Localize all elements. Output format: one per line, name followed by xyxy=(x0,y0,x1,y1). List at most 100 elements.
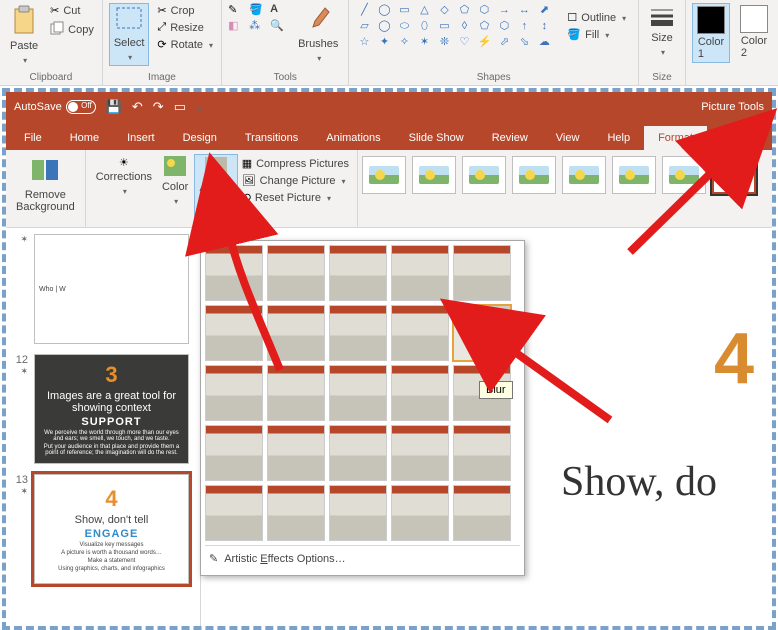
artistic-effects-button[interactable]: Artistic Effects xyxy=(194,154,237,223)
options-icon: ✎ xyxy=(209,552,218,565)
copy-button[interactable]: Copy xyxy=(48,20,96,39)
change-picture-icon: 🖼 xyxy=(242,174,256,187)
canvas-heading: Show, do xyxy=(561,458,717,506)
picture-style-4[interactable] xyxy=(512,156,556,194)
artistic-effect-3[interactable] xyxy=(391,245,449,301)
tab-help[interactable]: Help xyxy=(593,126,644,150)
tab-home[interactable]: Home xyxy=(56,126,113,150)
shapes-gallery[interactable]: ╱◯▭△◇⬠⬡→↔⬈ ▱◯⬭⬯▭◊⬠⬡↑↕ ☆✦✧✶❊♡⚡⬀⬂☁ xyxy=(355,3,553,49)
tab-insert[interactable]: Insert xyxy=(113,126,169,150)
slide-thumb-12[interactable]: 12✶3Images are a great tool for showing … xyxy=(10,354,196,464)
brush-icon xyxy=(305,5,331,36)
chevron-down-icon xyxy=(315,52,321,64)
tab-animations[interactable]: Animations xyxy=(312,126,394,150)
picture-style-2[interactable] xyxy=(412,156,456,194)
outer-ribbon: Paste ✂ Cut Copy Clipboard xyxy=(0,0,778,86)
text-icon[interactable]: A xyxy=(270,3,288,16)
footer-label: Artistic Effects Options… xyxy=(224,553,345,565)
picture-style-5[interactable] xyxy=(562,156,606,194)
slide-thumb-prev[interactable]: ✶Who | W xyxy=(10,234,196,344)
copy-icon xyxy=(50,21,64,38)
color2-button[interactable]: Color 2 xyxy=(736,3,772,61)
artistic-effect-23[interactable] xyxy=(391,485,449,541)
titlebar: AutoSave Off 💾 ↶ ↷ ▭ Picture Tools xyxy=(6,92,772,122)
slide-thumb-13[interactable]: 13✶4Show, don't tellENGAGEVisualize key … xyxy=(10,474,196,584)
compress-pictures-button[interactable]: ▦Compress Pictures xyxy=(240,156,351,171)
undo-icon[interactable]: ↶ xyxy=(132,99,143,115)
tab-file[interactable]: File xyxy=(10,126,56,150)
artistic-effect-21[interactable] xyxy=(267,485,325,541)
change-picture-button[interactable]: 🖼Change Picture xyxy=(240,173,351,188)
qat-more-icon[interactable] xyxy=(196,100,202,115)
artistic-effect-19[interactable] xyxy=(453,425,511,481)
group-label-clipboard: Clipboard xyxy=(6,72,96,85)
artistic-effect-15[interactable] xyxy=(205,425,263,481)
redo-icon[interactable]: ↷ xyxy=(153,99,164,115)
tab-review[interactable]: Review xyxy=(478,126,542,150)
rotate-button[interactable]: ⟳Rotate xyxy=(155,37,215,52)
artistic-effect-8[interactable] xyxy=(391,305,449,361)
picture-color-icon xyxy=(164,156,186,179)
group-clipboard: Paste ✂ Cut Copy Clipboard xyxy=(0,0,103,85)
group-colors: Color 1 Color 2 xyxy=(686,0,778,85)
pencil-icon[interactable]: ✎ xyxy=(228,3,246,16)
eraser-icon[interactable]: ◧ xyxy=(228,19,246,32)
cut-button[interactable]: ✂ Cut xyxy=(48,3,96,18)
artistic-effect-7[interactable] xyxy=(329,305,387,361)
color1-button[interactable]: Color 1 xyxy=(692,3,730,63)
color2-swatch xyxy=(740,5,768,33)
picker-icon[interactable]: ⁂ xyxy=(249,19,267,32)
toggle-icon: Off xyxy=(66,100,96,114)
clipboard-icon xyxy=(11,5,37,38)
rotate-icon: ⟳ xyxy=(157,38,166,51)
slide-thumbnails-pane[interactable]: ✶Who | W12✶3Images are a great tool for … xyxy=(6,228,201,626)
artistic-effect-16[interactable] xyxy=(267,425,325,481)
artistic-effects-icon xyxy=(205,157,227,180)
artistic-effect-24[interactable] xyxy=(453,485,511,541)
canvas-big-number: 4 xyxy=(714,318,754,400)
group-label-shapes: Shapes xyxy=(355,72,632,85)
chevron-down-icon xyxy=(659,46,665,58)
remove-background-button[interactable]: Remove Background xyxy=(12,154,79,215)
crop-button[interactable]: ✂Crop xyxy=(155,3,215,18)
shape-fill-button[interactable]: 🪣Fill xyxy=(565,27,628,42)
tab-view[interactable]: View xyxy=(542,126,594,150)
color-button[interactable]: Color xyxy=(158,154,192,223)
group-remove-bg: Remove Background xyxy=(6,150,86,227)
color1-swatch xyxy=(697,6,725,34)
contextual-tab-title: Picture Tools xyxy=(701,101,764,113)
paste-button[interactable]: Paste xyxy=(6,3,42,68)
shape-outline-button[interactable]: ☐Outline xyxy=(565,10,628,25)
group-size: Size Size xyxy=(639,0,686,85)
resize-button[interactable]: ⤢Resize xyxy=(155,20,215,35)
artistic-effect-22[interactable] xyxy=(329,485,387,541)
picture-style-3[interactable] xyxy=(462,156,506,194)
autosave-toggle[interactable]: AutoSave Off xyxy=(14,100,96,114)
bucket-icon[interactable]: 🪣 xyxy=(249,3,267,16)
select-button[interactable]: Select xyxy=(109,3,150,66)
magnifier-icon[interactable]: 🔍 xyxy=(270,19,288,32)
brushes-button[interactable]: Brushes xyxy=(294,3,342,66)
save-icon[interactable]: 💾 xyxy=(106,99,122,115)
artistic-effect-4[interactable] xyxy=(453,245,511,301)
tab-design[interactable]: Design xyxy=(169,126,231,150)
tab-transitions[interactable]: Transitions xyxy=(231,126,312,150)
reset-icon: ⟲ xyxy=(242,191,251,204)
ribbon-tabs: FileHomeInsertDesignTransitionsAnimation… xyxy=(6,122,772,150)
artistic-effects-options-button[interactable]: ✎ Artistic Effects Options… xyxy=(205,545,520,571)
artistic-effect-12[interactable] xyxy=(329,365,387,421)
artistic-effect-20[interactable] xyxy=(205,485,263,541)
tab-format[interactable]: Format xyxy=(644,126,707,150)
artistic-effect-18[interactable] xyxy=(391,425,449,481)
scissors-icon: ✂ xyxy=(50,4,59,17)
artistic-effect-13[interactable] xyxy=(391,365,449,421)
size-button[interactable]: Size xyxy=(645,3,679,60)
reset-picture-button[interactable]: ⟲Reset Picture xyxy=(240,190,351,205)
picture-style-1[interactable] xyxy=(362,156,406,194)
artistic-effect-17[interactable] xyxy=(329,425,387,481)
slideshow-icon[interactable]: ▭ xyxy=(174,99,186,115)
tab-slide-show[interactable]: Slide Show xyxy=(395,126,478,150)
artistic-effect-2[interactable] xyxy=(329,245,387,301)
corrections-button[interactable]: ☀ Corrections xyxy=(92,154,156,223)
paste-label: Paste xyxy=(10,40,38,52)
